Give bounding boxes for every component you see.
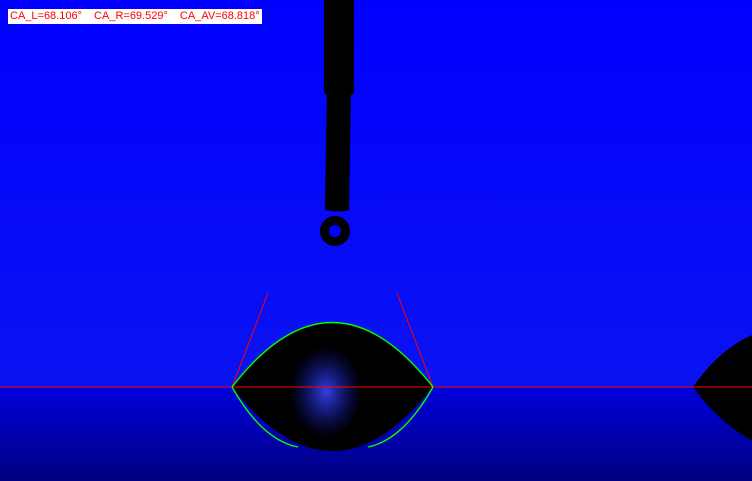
contact-angle-readout: CA_L=68.106° CA_R=69.529° CA_AV=68.818° bbox=[8, 9, 262, 24]
needle-bore bbox=[329, 225, 341, 237]
needle-shaft bbox=[325, 90, 351, 212]
ca-average-value: CA_AV=68.818° bbox=[179, 10, 260, 22]
dispensing-needle bbox=[324, 0, 354, 95]
droplet-highlight bbox=[290, 346, 362, 438]
droplet-scene bbox=[0, 0, 752, 481]
ca-left-value: CA_L=68.106° bbox=[10, 10, 82, 22]
contact-angle-viewport: CA_L=68.106° CA_R=69.529° CA_AV=68.818° bbox=[0, 0, 752, 481]
ca-right-value: CA_R=69.529° bbox=[94, 10, 168, 22]
